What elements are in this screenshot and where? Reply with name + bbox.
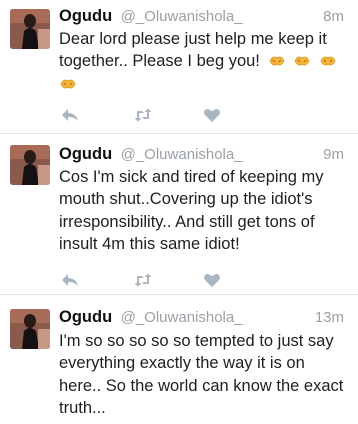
tweet-text: Dear lord please just help me keep it to… [59,28,350,95]
heart-icon[interactable] [203,107,221,123]
user-handle[interactable]: @_Oluwanishola_ [121,146,243,163]
display-name[interactable]: Ogudu [59,7,112,25]
reply-icon[interactable] [61,272,79,288]
retweet-icon[interactable] [133,272,152,288]
user-handle[interactable]: @_Oluwanishola_ [121,8,243,25]
pleading-hands-emoji [319,52,337,68]
tweet-header: Ogudu @_Oluwanishola_ 8m [59,7,344,27]
display-name[interactable]: Ogudu [59,145,112,163]
tweet-text: Cos I'm sick and tired of keeping my mou… [59,168,324,253]
tweet[interactable]: Ogudu @_Oluwanishola_ 9m Cos I'm sick an… [0,134,358,295]
timeline: Ogudu @_Oluwanishola_ 8m Dear lord pleas… [0,0,358,424]
timestamp[interactable]: 8m [323,8,344,25]
tweet-header: Ogudu @_Oluwanishola_ 13m [59,308,344,328]
tweet-header: Ogudu @_Oluwanishola_ 9m [59,145,344,165]
tweet-actions [61,271,221,289]
timestamp[interactable]: 13m [315,309,344,326]
timestamp[interactable]: 9m [323,146,344,163]
avatar[interactable] [10,9,50,49]
user-handle[interactable]: @_Oluwanishola_ [121,309,243,326]
avatar[interactable] [10,145,50,185]
tweet-text: I'm so so so so so tempted to just say e… [59,332,344,417]
pleading-hands-emoji [268,52,286,68]
avatar[interactable] [10,309,50,349]
tweet-actions [61,106,221,124]
tweet[interactable]: Ogudu @_Oluwanishola_ 8m Dear lord pleas… [0,0,358,134]
display-name[interactable]: Ogudu [59,308,112,326]
retweet-icon[interactable] [133,107,152,123]
pleading-hands-emoji [293,52,311,68]
reply-icon[interactable] [61,107,79,123]
heart-icon[interactable] [203,272,221,288]
tweet[interactable]: Ogudu @_Oluwanishola_ 13m I'm so so so s… [0,295,358,424]
tweet-text-content: Dear lord please just help me keep it to… [59,30,327,71]
pleading-hands-emoji [59,75,77,91]
